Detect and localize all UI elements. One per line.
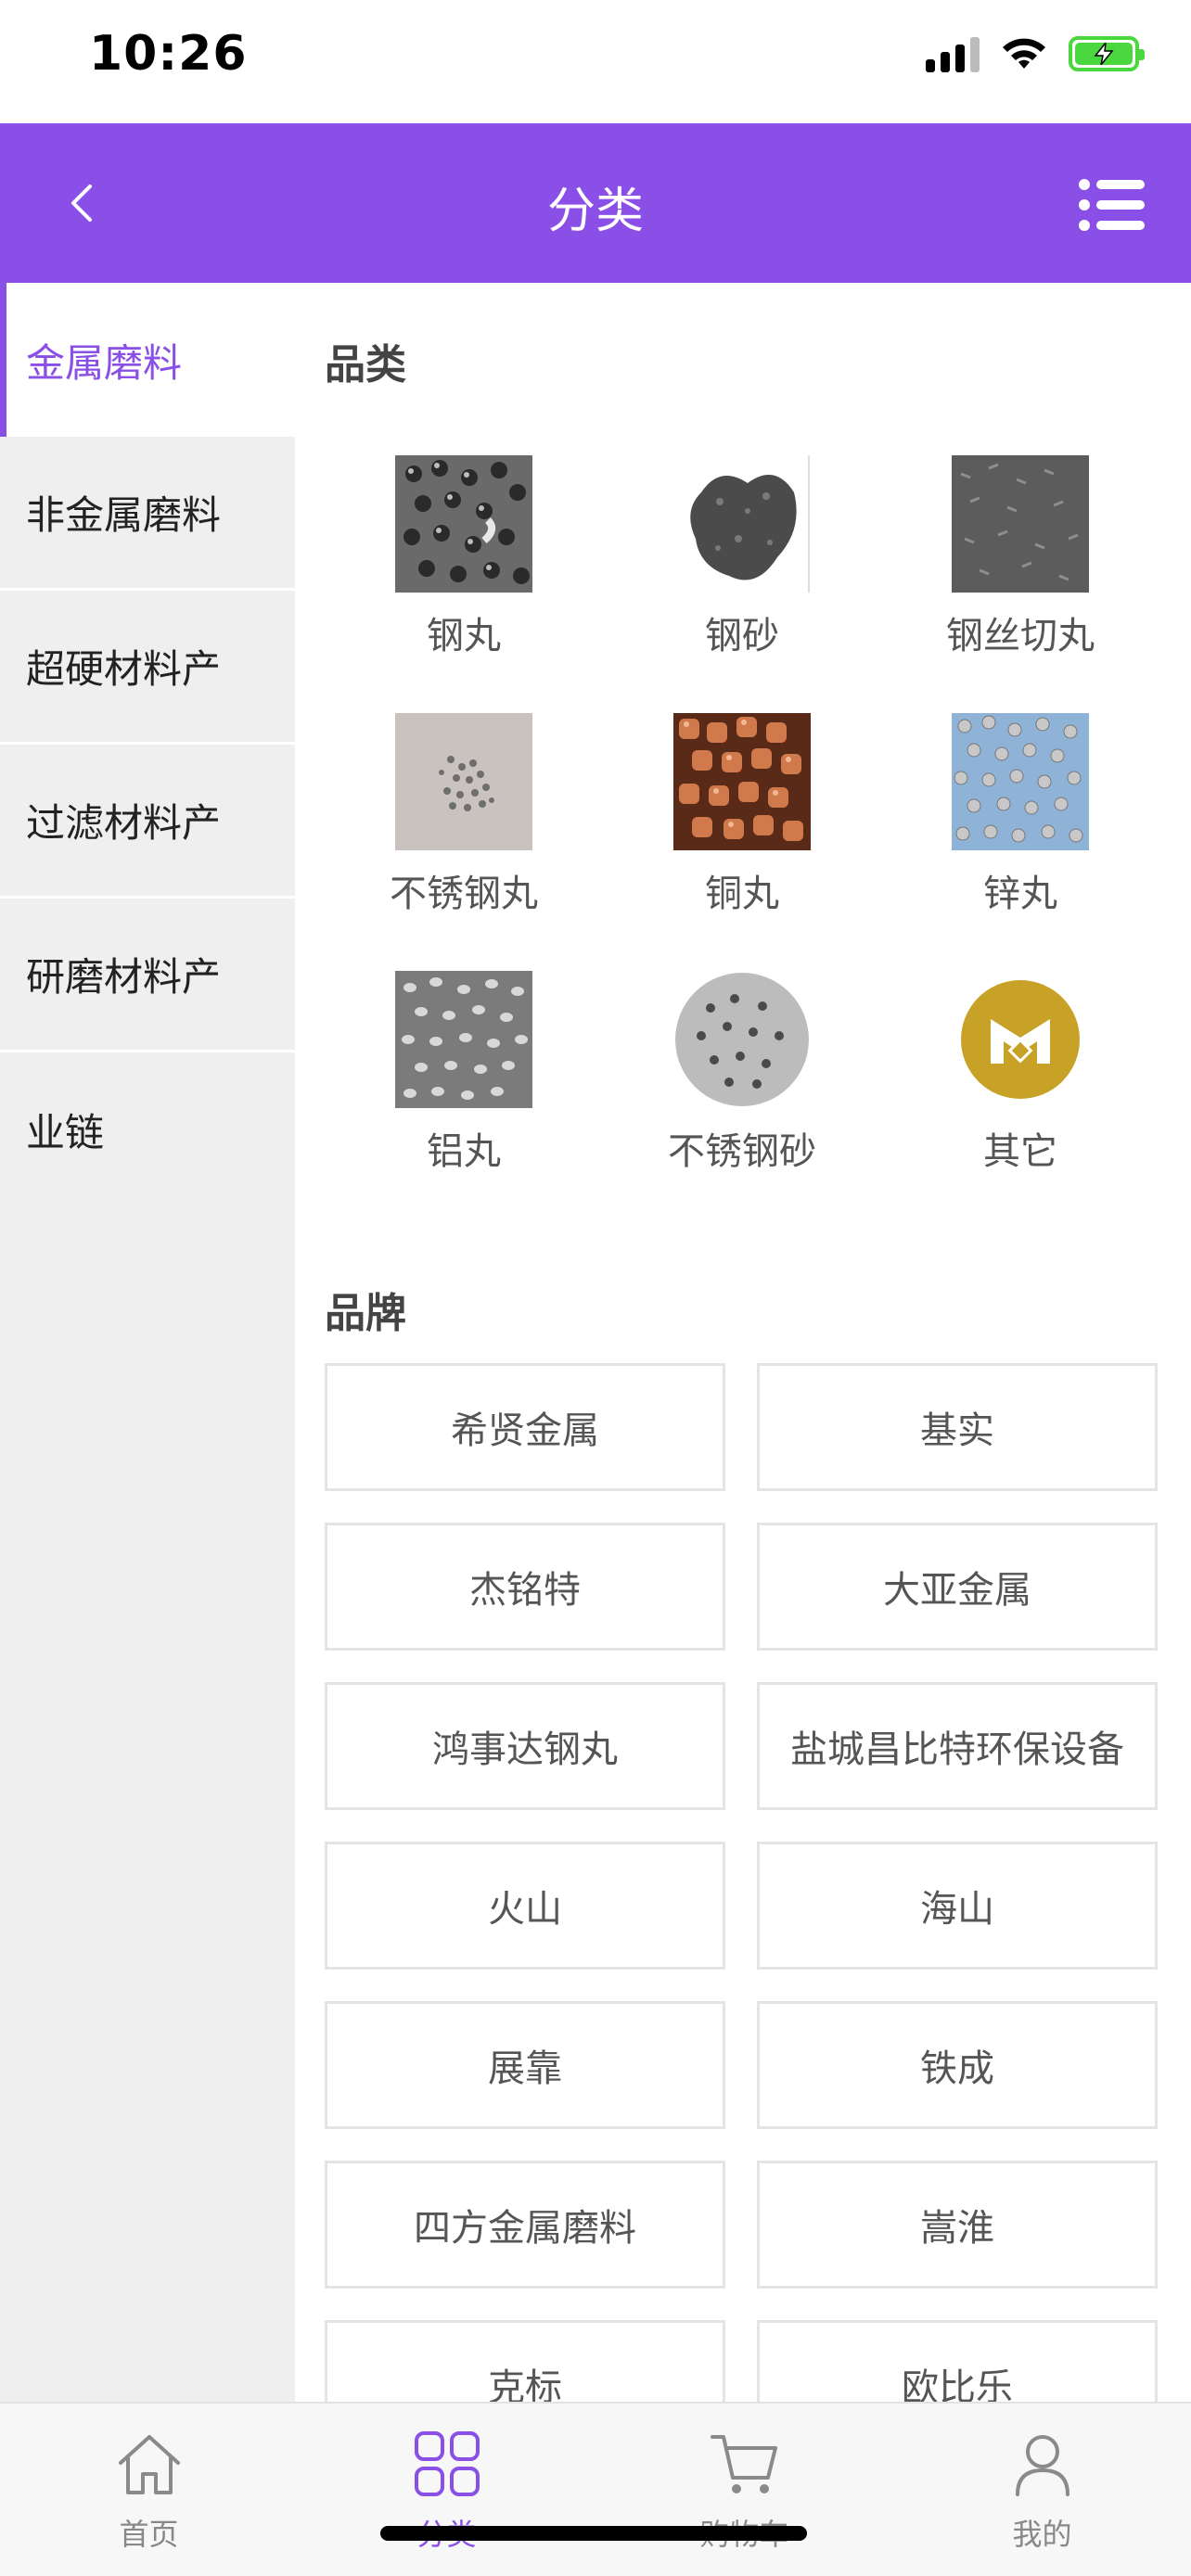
category-label: 不锈钢丸 <box>390 873 538 915</box>
category-label: 钢丝切丸 <box>946 615 1095 657</box>
steel-grit-image <box>673 455 811 593</box>
status-time: 10:26 <box>89 26 248 82</box>
brand-button[interactable]: 杰铭特 <box>325 1523 725 1651</box>
status-bar: 10:26 <box>0 0 1191 123</box>
category-item[interactable]: 钢砂 <box>603 448 881 706</box>
brand-button[interactable]: 展靠 <box>325 2001 725 2129</box>
nav-header: 分类 <box>0 123 1191 283</box>
category-label: 锌丸 <box>983 873 1057 915</box>
tab-home[interactable]: 首页 <box>0 2404 298 2576</box>
brand-button[interactable]: 四方金属磨料 <box>325 2161 725 2289</box>
category-item[interactable]: 锌丸 <box>881 706 1159 963</box>
brand-button[interactable]: 希贤金属 <box>325 1363 725 1491</box>
tab-label: 首页 <box>119 2517 179 2552</box>
category-item[interactable]: 铜丸 <box>603 706 881 963</box>
category-item[interactable]: 铝丸 <box>325 963 603 1221</box>
content-panel: 品类 钢丸 钢砂 钢丝切丸 不锈钢丸 铜丸 锌丸 铝丸 不锈钢砂 其它 品牌 希… <box>295 283 1191 2402</box>
sidebar-item-metal-abrasives[interactable]: 金属磨料 <box>0 283 295 437</box>
brand-button[interactable]: 火山 <box>325 1842 725 1970</box>
brand-button[interactable]: 大亚金属 <box>757 1523 1158 1651</box>
category-item[interactable]: 钢丝切丸 <box>881 448 1159 706</box>
grid-icon <box>414 2431 480 2496</box>
category-grid: 钢丸 钢砂 钢丝切丸 不锈钢丸 铜丸 锌丸 铝丸 不锈钢砂 其它 <box>325 448 1159 1221</box>
tab-cart[interactable]: 购物车 <box>596 2404 893 2576</box>
category-item[interactable]: 不锈钢砂 <box>603 963 881 1221</box>
category-item[interactable]: 不锈钢丸 <box>325 706 603 963</box>
category-label: 其它 <box>983 1130 1057 1173</box>
sidebar-item-superhard-materials[interactable]: 超硬材料产 <box>0 591 295 745</box>
sidebar-item-industry-chain[interactable]: 业链 <box>0 1052 295 1206</box>
category-label: 铝丸 <box>427 1130 501 1173</box>
tab-label: 我的 <box>1012 2517 1072 2552</box>
page-title: 分类 <box>546 184 644 239</box>
wifi-icon <box>1003 38 1045 69</box>
zinc-shot-image <box>952 713 1089 850</box>
brand-button[interactable]: 嵩淮 <box>757 2161 1158 2289</box>
other-logo-icon <box>952 971 1089 1108</box>
bottom-tab-bar: 首页 分类 购物车 我的 <box>0 2402 1191 2576</box>
category-item[interactable]: 其它 <box>881 963 1159 1221</box>
cart-icon <box>710 2435 777 2493</box>
sidebar-item-grinding-materials[interactable]: 研磨材料产 <box>0 899 295 1052</box>
brand-button[interactable]: 盐城昌比特环保设备 <box>757 1682 1158 1810</box>
category-sidebar: 金属磨料 非金属磨料 超硬材料产 过滤材料产 研磨材料产 业链 <box>0 283 295 2402</box>
brand-button[interactable]: 铁成 <box>757 2001 1158 2129</box>
steel-shot-image <box>395 455 532 593</box>
tab-profile[interactable]: 我的 <box>893 2404 1191 2576</box>
category-label: 铜丸 <box>705 873 779 915</box>
copper-shot-image <box>673 713 811 850</box>
brand-button[interactable]: 欧比乐 <box>757 2320 1158 2402</box>
cellular-signal-icon <box>926 35 980 72</box>
brand-button[interactable]: 海山 <box>757 1842 1158 1970</box>
user-icon <box>1015 2435 1069 2496</box>
category-label: 钢砂 <box>705 615 779 657</box>
category-label: 钢丸 <box>427 615 501 657</box>
home-icon <box>118 2435 180 2494</box>
category-label: 不锈钢砂 <box>668 1130 816 1173</box>
brand-section-title: 品牌 <box>325 1290 406 1337</box>
sidebar-item-filter-materials[interactable]: 过滤材料产 <box>0 745 295 899</box>
category-item[interactable]: 钢丸 <box>325 448 603 706</box>
battery-charging-icon <box>1069 36 1145 71</box>
brand-button[interactable]: 鸿事达钢丸 <box>325 1682 725 1810</box>
brand-grid: 希贤金属 基实 杰铭特 大亚金属 鸿事达钢丸 盐城昌比特环保设备 火山 海山 展… <box>325 1363 1159 2402</box>
brand-button[interactable]: 克标 <box>325 2320 725 2402</box>
list-menu-icon <box>1079 179 1145 231</box>
sidebar-item-nonmetal-abrasives[interactable]: 非金属磨料 <box>0 437 295 591</box>
home-indicator[interactable] <box>380 2526 807 2541</box>
stainless-steel-grit-image <box>673 971 811 1108</box>
status-icons <box>926 35 1145 72</box>
tab-category[interactable]: 分类 <box>298 2404 596 2576</box>
brand-button[interactable]: 基实 <box>757 1363 1158 1491</box>
stainless-steel-shot-image <box>395 713 532 850</box>
menu-button[interactable] <box>1078 175 1146 235</box>
aluminum-shot-image <box>395 971 532 1108</box>
cut-wire-shot-image <box>952 455 1089 593</box>
category-section-title: 品类 <box>325 341 406 389</box>
